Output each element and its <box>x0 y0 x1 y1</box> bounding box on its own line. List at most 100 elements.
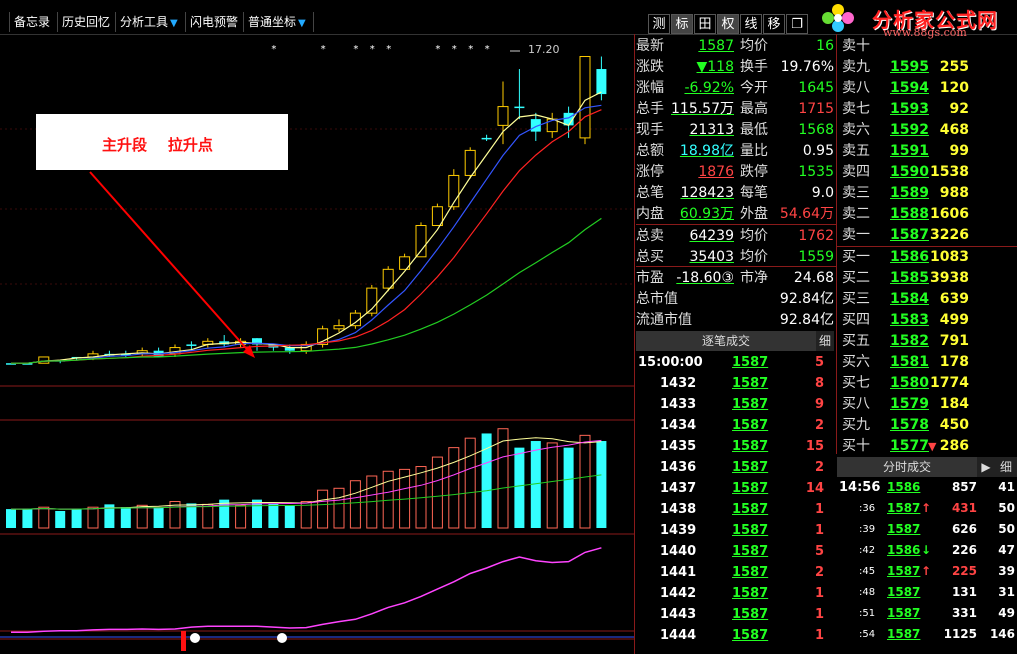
volume-ma10-line <box>11 439 602 510</box>
quote-row-totals: 总卖 64239 均价 1762 <box>636 226 834 247</box>
down-arrow-icon: ▼ <box>928 440 937 453</box>
time-trade-row[interactable]: :42 1586 ↓ 226 47 <box>837 540 1017 561</box>
tick-trades-detail-button[interactable]: 细 <box>816 331 834 351</box>
trade-price: 1587 <box>732 565 769 580</box>
bid-row[interactable]: 买十 1577 286 ▼ <box>840 436 1017 457</box>
tick-trade-row[interactable]: 1441 1587 2 <box>636 562 832 583</box>
bid-row[interactable]: 买六 1581 178 <box>840 352 1017 373</box>
trade-price: 1587 <box>732 523 769 538</box>
chart-grid <box>0 128 634 640</box>
quote-label: 均价 <box>740 249 768 265</box>
up-arrow-icon: ↑ <box>921 564 932 578</box>
bid-row[interactable]: 买七 1580 1774 <box>840 373 1017 394</box>
trade-time: 1435 <box>660 439 697 454</box>
tick-trade-row[interactable]: 1440 1587 5 <box>636 541 832 562</box>
tick-trade-row[interactable]: 15:00:00 1587 5 <box>636 352 832 373</box>
time-trade-row[interactable]: :45 1587 ↑ 225 39 <box>837 561 1017 582</box>
ask-row[interactable]: 卖十 <box>840 36 1017 57</box>
time-trade-row[interactable]: 14:56 1586 857 41 <box>837 477 1017 498</box>
ask-row[interactable]: 卖七 1593 92 <box>840 99 1017 120</box>
signal-bar <box>181 631 186 651</box>
toolbar-flash-alert-button[interactable]: 闪电预警 <box>186 12 244 32</box>
annotation-arrow-line <box>89 171 254 357</box>
ask-row[interactable]: 卖九 1595 255 <box>840 57 1017 78</box>
toolbar-history-button[interactable]: 历史回忆 <box>58 12 116 32</box>
toolbar-line-button[interactable]: 线 <box>740 14 762 34</box>
quote-label: 涨幅 <box>636 80 664 96</box>
signal-star-icon: * <box>370 44 375 55</box>
toolbar-move-button[interactable]: 移 <box>763 14 785 34</box>
trade-price: 1587 <box>887 564 921 578</box>
book-level-label: 买四 <box>842 312 870 328</box>
trade-volume: 1 <box>814 502 824 517</box>
tick-trade-row[interactable]: 1438 1587 1 <box>636 499 832 520</box>
trade-count: 50 <box>998 501 1015 515</box>
trade-volume: 431 <box>951 501 977 515</box>
time-trade-row[interactable]: :48 1587 131 31 <box>837 582 1017 603</box>
quote-row: 涨跌 ▼118 换手 19.76% <box>636 57 834 78</box>
quote-value: 1715 <box>798 101 834 117</box>
trade-price: 1587 <box>732 481 769 496</box>
toolbar-memo-button[interactable]: 备忘录 <box>10 12 58 32</box>
toolbar-flash-alert-label: 闪电预警 <box>190 15 239 29</box>
bid-row[interactable]: 买一 1586 1083 <box>840 247 1017 268</box>
bid-row[interactable]: 买二 1585 3938 <box>840 268 1017 289</box>
toolbar-mark-button[interactable]: 标 <box>671 14 693 34</box>
time-trade-row[interactable]: :54 1587 1125 146 <box>837 624 1017 645</box>
toolbar-coordinate-button[interactable]: 普通坐标 ▼ <box>244 12 314 32</box>
toolbar-measure-button[interactable]: 测 <box>648 14 670 34</box>
time-trade-row[interactable]: :51 1587 331 49 <box>837 603 1017 624</box>
time-trades-play-button[interactable]: ▶ <box>977 457 995 477</box>
tick-trade-row[interactable]: 1444 1587 1 <box>636 625 832 646</box>
bid-row[interactable]: 买八 1579 184 <box>840 394 1017 415</box>
tick-trade-row[interactable]: 1433 1587 9 <box>636 394 832 415</box>
trade-volume: 5 <box>814 544 824 559</box>
ask-row[interactable]: 卖二 1588 1606 <box>840 204 1017 225</box>
ask-row[interactable]: 卖一 1587 3226 <box>840 225 1017 246</box>
trade-volume: 857 <box>951 480 977 494</box>
volume-bar-up <box>202 503 214 529</box>
quote-row: 内盘 60.93万 外盘 54.64万 <box>636 204 834 225</box>
book-level-label: 买五 <box>842 333 870 349</box>
book-volume: 468 <box>939 122 969 138</box>
tick-trade-row[interactable]: 1439 1587 1 <box>636 520 832 541</box>
volume-bar-up <box>317 489 329 529</box>
book-level-label: 买六 <box>842 354 870 370</box>
ask-row[interactable]: 卖六 1592 468 <box>840 120 1017 141</box>
trade-count: 49 <box>998 606 1015 620</box>
toolbar-grid-button[interactable]: 田 <box>694 14 716 34</box>
bid-row[interactable]: 买九 1578 450 <box>840 415 1017 436</box>
book-volume: 1083 <box>930 249 969 265</box>
book-level-label: 卖二 <box>842 206 870 222</box>
quote-row-market-cap: 总市值 92.84亿 <box>636 289 834 310</box>
bid-row[interactable]: 买三 1584 639 <box>840 289 1017 310</box>
book-volume: 286 <box>939 438 969 454</box>
tick-trade-row[interactable]: 1432 1587 8 <box>636 373 832 394</box>
ask-row[interactable]: 卖五 1591 99 <box>840 141 1017 162</box>
tick-trade-row[interactable]: 1437 1587 14 <box>636 478 832 499</box>
ask-row[interactable]: 卖八 1594 120 <box>840 78 1017 99</box>
ask-row[interactable]: 卖三 1589 988 <box>840 183 1017 204</box>
tick-trade-row[interactable]: 1436 1587 2 <box>636 457 832 478</box>
time-trade-row[interactable]: :36 1587 ↑ 431 50 <box>837 498 1017 519</box>
tick-trade-row[interactable]: 1434 1587 2 <box>636 415 832 436</box>
book-level-label: 卖十 <box>842 38 870 54</box>
toolbar-mark-label: 标 <box>675 17 689 32</box>
trade-time: 1439 <box>660 523 697 538</box>
toolbar-window-button[interactable]: ❐ <box>786 14 808 34</box>
volume-bar-up <box>497 428 509 529</box>
tick-trade-row[interactable]: 1435 1587 15 <box>636 436 832 457</box>
time-trades-detail-button[interactable]: 细 <box>995 457 1017 477</box>
toolbar-analysis-tools-button[interactable]: 分析工具 ▼ <box>116 12 186 32</box>
bid-row[interactable]: 买五 1582 791 <box>840 331 1017 352</box>
quote-value: 18.98亿 <box>679 143 734 159</box>
time-trade-row[interactable]: :39 1587 626 50 <box>837 519 1017 540</box>
book-level-label: 买二 <box>842 270 870 286</box>
ask-row[interactable]: 卖四 1590 1538 <box>840 162 1017 183</box>
bid-row[interactable]: 买四 1583 499 <box>840 310 1017 331</box>
trade-count: 41 <box>998 480 1015 494</box>
toolbar-rights-button[interactable]: 权 <box>717 14 739 34</box>
tick-trade-row[interactable]: 1443 1587 1 <box>636 604 832 625</box>
tick-trade-row[interactable]: 1442 1587 1 <box>636 583 832 604</box>
candle-body-down <box>481 137 492 140</box>
